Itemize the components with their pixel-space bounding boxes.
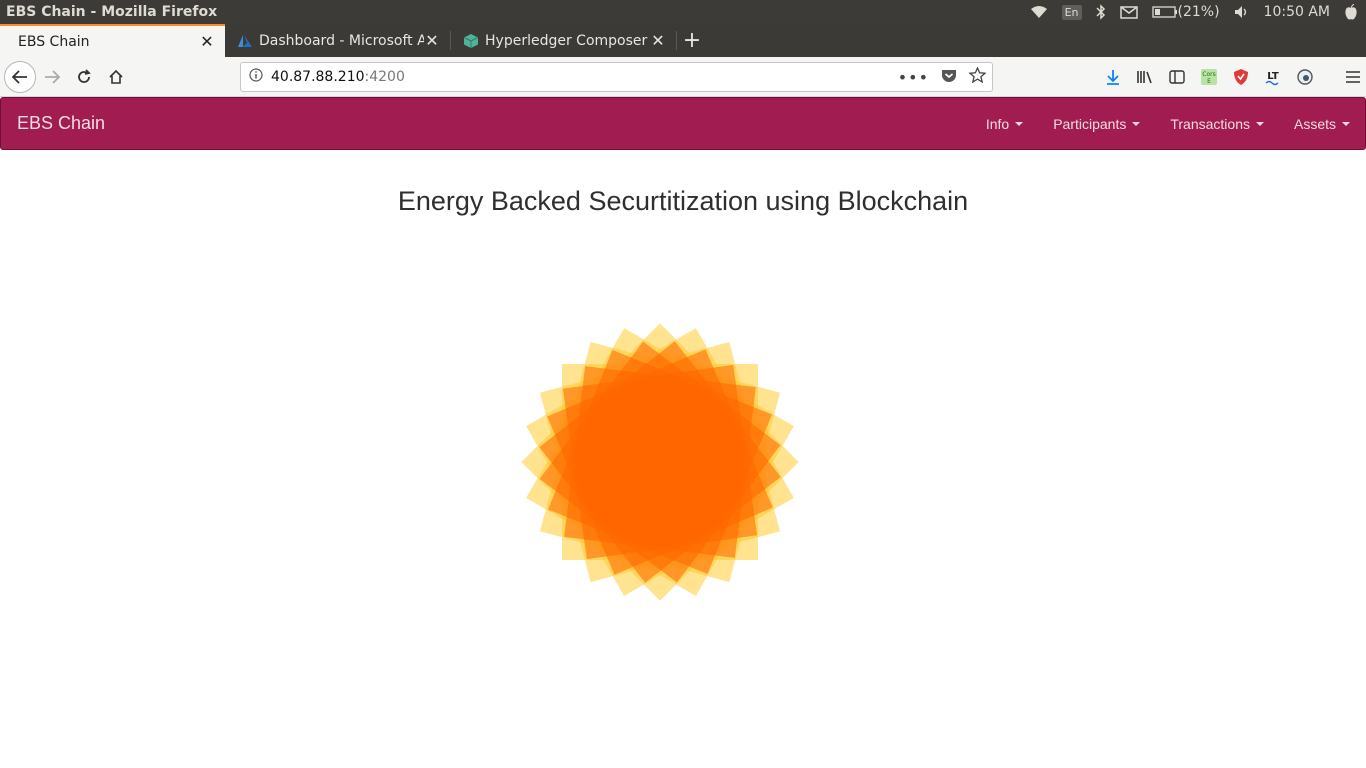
forward-button[interactable] — [36, 61, 68, 93]
close-icon[interactable]: ✕ — [199, 32, 215, 51]
menu-info-dropdown[interactable]: Info — [971, 98, 1038, 149]
page-title: Energy Backed Securtitization using Bloc… — [397, 186, 969, 216]
brand-link[interactable]: EBS Chain — [17, 113, 105, 134]
sun-center — [576, 378, 744, 546]
hamburger-menu-icon[interactable] — [1342, 66, 1364, 88]
toolbar-extensions: Cors E LT — [1102, 57, 1364, 97]
tab-label: Hyperledger Composer — [485, 32, 648, 49]
pocket-icon[interactable] — [941, 68, 957, 87]
cube-icon — [463, 33, 479, 48]
mail-icon[interactable] — [1119, 5, 1138, 19]
sun-logo-graphic — [521, 323, 799, 601]
menu-label: Info — [985, 115, 1010, 132]
menu-transactions-dropdown[interactable]: Transactions — [1155, 98, 1279, 149]
tab-label: Dashboard - Microsoft A — [259, 32, 424, 49]
battery-status[interactable]: (21%) — [1151, 4, 1220, 20]
languagetool-icon[interactable]: LT — [1262, 66, 1284, 88]
new-tab-button[interactable]: + — [677, 24, 707, 57]
home-icon — [109, 69, 123, 84]
close-icon[interactable]: ✕ — [650, 31, 666, 50]
tab-hyperledger-composer[interactable]: Hyperledger Composer ✕ — [451, 24, 676, 57]
page-actions-icon[interactable]: ••• — [898, 68, 929, 87]
caret-down-icon — [1132, 121, 1141, 126]
bluetooth-icon[interactable] — [1095, 4, 1106, 20]
window-title: EBS Chain - Mozilla Firefox — [6, 4, 218, 20]
menu-label: Participants — [1053, 115, 1127, 132]
tab-strip: EBS Chain ✕ Dashboard - Microsoft A ✕ Hy… — [0, 24, 1366, 57]
caret-down-icon — [1255, 121, 1264, 126]
tab-dashboard-microsoft[interactable]: Dashboard - Microsoft A ✕ — [225, 24, 450, 57]
system-tray: En (21%) 10:50 AM — [1030, 0, 1358, 24]
arrow-left-icon — [12, 69, 27, 84]
shield-icon[interactable] — [1230, 66, 1252, 88]
caret-down-icon — [1015, 121, 1024, 126]
app-navbar: EBS Chain Info Participants Transactions… — [0, 97, 1366, 150]
reload-button[interactable] — [68, 61, 100, 93]
caret-down-icon — [1342, 121, 1350, 126]
bookmark-star-icon[interactable] — [968, 66, 987, 87]
svg-text:Cors: Cors — [1202, 71, 1215, 78]
keyboard-lang-indicator[interactable]: En — [1061, 4, 1082, 20]
eye-extension-icon[interactable] — [1294, 66, 1316, 88]
url-host: 40.87.88.210 — [271, 69, 365, 85]
sidebar-icon[interactable] — [1166, 66, 1188, 88]
browser-toolbar: 40.87.88.210:4200 ••• Cors E LT — [0, 57, 1366, 97]
home-button[interactable] — [100, 61, 132, 93]
menu-label: Transactions — [1170, 115, 1250, 132]
tab-ebs-chain[interactable]: EBS Chain ✕ — [0, 24, 225, 57]
os-top-panel: EBS Chain - Mozilla Firefox En (21%) 10:… — [0, 0, 1366, 24]
apple-icon[interactable] — [1344, 4, 1358, 20]
info-icon[interactable] — [241, 68, 271, 86]
app-menu: Info Participants Transactions Assets — [971, 98, 1365, 149]
reload-icon — [78, 68, 91, 83]
menu-label: Assets — [1293, 115, 1336, 132]
download-icon[interactable] — [1102, 66, 1124, 88]
svg-text:LT: LT — [1267, 71, 1279, 82]
svg-text:E: E — [1207, 78, 1211, 85]
back-button[interactable] — [4, 60, 36, 93]
menu-participants-dropdown[interactable]: Participants — [1038, 98, 1155, 149]
clock[interactable]: 10:50 AM — [1264, 4, 1330, 20]
cors-extension-icon[interactable]: Cors E — [1198, 66, 1220, 88]
close-icon[interactable]: ✕ — [424, 31, 440, 50]
azure-icon — [238, 34, 252, 47]
battery-percent: (21%) — [1177, 4, 1220, 20]
battery-icon — [1151, 6, 1177, 18]
address-bar[interactable]: 40.87.88.210:4200 ••• — [240, 62, 993, 92]
url-actions: ••• — [898, 63, 987, 91]
url-port: :4200 — [364, 69, 405, 85]
menu-assets-dropdown[interactable]: Assets — [1279, 98, 1365, 149]
arrow-right-icon — [45, 69, 60, 84]
tab-label: EBS Chain — [18, 33, 90, 50]
wifi-icon[interactable] — [1030, 5, 1048, 19]
library-icon[interactable] — [1134, 66, 1156, 88]
volume-icon[interactable] — [1234, 5, 1250, 19]
